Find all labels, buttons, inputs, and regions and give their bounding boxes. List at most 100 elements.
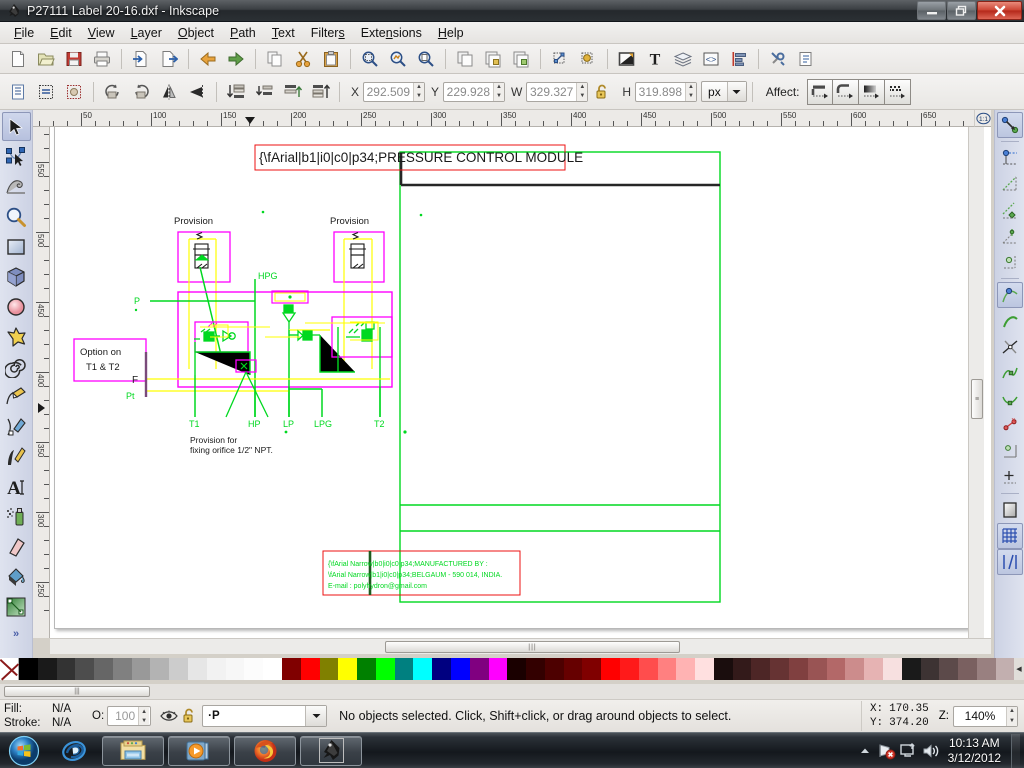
snap-bbox-edge-midpoints-button[interactable] <box>997 223 1023 249</box>
x-spinner[interactable]: ▲▼ <box>413 83 424 101</box>
palette-swatch[interactable] <box>357 658 376 680</box>
zoom-field[interactable]: ▲▼ <box>953 706 1018 727</box>
palette-swatch[interactable] <box>244 658 263 680</box>
palette-swatch[interactable] <box>601 658 620 680</box>
taskbar-windows-explorer[interactable] <box>102 736 164 766</box>
snap-page-border-button[interactable] <box>997 497 1023 523</box>
rectangle-tool[interactable] <box>2 232 31 261</box>
restore-button[interactable] <box>947 1 976 20</box>
color-palette[interactable]: ◀ <box>0 658 1024 680</box>
palette-swatch[interactable] <box>38 658 57 680</box>
units-select[interactable]: px <box>701 81 747 102</box>
eye-icon[interactable] <box>159 706 179 726</box>
xml-node-icon[interactable] <box>547 46 573 72</box>
ungroup-icon[interactable] <box>508 46 534 72</box>
import-icon[interactable] <box>128 46 154 72</box>
palette-swatch[interactable] <box>902 658 921 680</box>
ellipse-tool[interactable] <box>2 292 31 321</box>
zoom-control[interactable]: Z: ▲▼ <box>939 706 1018 727</box>
w-field[interactable]: ▲▼ <box>526 82 588 102</box>
snap-grids-button[interactable] <box>997 523 1023 549</box>
menu-path[interactable]: Path <box>222 24 264 42</box>
scale-rounded-corners-icon[interactable] <box>833 79 859 105</box>
palette-swatch[interactable] <box>413 658 432 680</box>
palette-swatch[interactable] <box>695 658 714 680</box>
palette-swatch[interactable] <box>921 658 940 680</box>
palette-swatch[interactable] <box>57 658 76 680</box>
palette-swatch[interactable] <box>958 658 977 680</box>
palette-swatch[interactable] <box>977 658 996 680</box>
palette-swatch[interactable] <box>282 658 301 680</box>
palette-swatch[interactable] <box>770 658 789 680</box>
node-tool[interactable] <box>2 142 31 171</box>
opacity-spinner[interactable]: ▲▼ <box>138 707 149 725</box>
y-spinner[interactable]: ▲▼ <box>493 83 504 101</box>
snap-paths-button[interactable] <box>997 308 1023 334</box>
preferences-icon[interactable] <box>765 46 791 72</box>
menu-help[interactable]: Help <box>430 24 472 42</box>
menu-file[interactable]: FFileile <box>6 24 42 42</box>
menu-edit[interactable]: Edit <box>42 24 80 42</box>
cut-icon[interactable] <box>290 46 316 72</box>
palette-swatch[interactable] <box>733 658 752 680</box>
taskbar-firefox[interactable] <box>234 736 296 766</box>
eraser-tool[interactable] <box>2 532 31 561</box>
horizontal-ruler[interactable]: 5010015020025030035040045050055060065070… <box>33 110 991 127</box>
raise-icon[interactable] <box>279 79 305 105</box>
palette-swatch[interactable] <box>451 658 470 680</box>
vertical-scrollbar[interactable]: ≡ <box>968 127 984 638</box>
deselect-icon[interactable] <box>61 79 87 105</box>
enable-snapping-button[interactable] <box>997 112 1023 138</box>
select-all-icon[interactable] <box>5 79 31 105</box>
snap-rotation-centers-button[interactable] <box>997 464 1023 490</box>
snap-bbox-centers-button[interactable] <box>997 249 1023 275</box>
palette-swatch[interactable] <box>432 658 451 680</box>
palette-swatch[interactable] <box>150 658 169 680</box>
menu-view[interactable]: View <box>80 24 123 42</box>
taskbar-clock[interactable]: 10:13 AM 3/12/2012 <box>942 736 1009 766</box>
star-tool[interactable] <box>2 322 31 351</box>
3dbox-tool[interactable] <box>2 262 31 291</box>
object-properties-icon[interactable] <box>575 46 601 72</box>
fill-stroke-indicator[interactable]: Fill: N/A Stroke: N/A <box>4 702 86 730</box>
open-document-icon[interactable] <box>33 46 59 72</box>
palette-scroll-track[interactable] <box>0 684 1024 699</box>
print-document-icon[interactable] <box>89 46 115 72</box>
palette-swatch[interactable] <box>263 658 282 680</box>
horizontal-scrollbar[interactable]: ||| <box>50 638 991 654</box>
w-spinner[interactable]: ▲▼ <box>576 83 587 101</box>
calligraphy-tool[interactable] <box>2 442 31 471</box>
palette-swatch[interactable] <box>676 658 695 680</box>
gradient-tool[interactable] <box>2 592 31 621</box>
palette-swatch[interactable] <box>545 658 564 680</box>
snap-bounding-boxes-button[interactable] <box>997 145 1023 171</box>
vertical-scroll-thumb[interactable]: ≡ <box>971 379 983 419</box>
selector-tool[interactable] <box>2 112 31 141</box>
palette-swatch[interactable] <box>883 658 902 680</box>
snap-object-centers-button[interactable] <box>997 438 1023 464</box>
palette-scroll-right-button[interactable]: ◀ <box>1014 658 1024 680</box>
zoom-selection-icon[interactable] <box>357 46 383 72</box>
select-all-layers-icon[interactable] <box>33 79 59 105</box>
h-field[interactable]: ▲▼ <box>635 82 697 102</box>
zoom-page-icon[interactable] <box>413 46 439 72</box>
group-icon[interactable] <box>480 46 506 72</box>
no-color-swatch[interactable] <box>0 658 19 680</box>
undo-icon[interactable] <box>195 46 221 72</box>
lock-open-icon[interactable] <box>591 81 613 103</box>
flip-vertical-icon[interactable] <box>184 79 210 105</box>
move-patterns-icon[interactable] <box>885 79 911 105</box>
menu-filters[interactable]: Filters <box>303 24 353 42</box>
lock-open-icon[interactable] <box>179 706 199 726</box>
palette-swatch[interactable] <box>582 658 601 680</box>
xml-editor-icon[interactable]: <> <box>698 46 724 72</box>
toolbox-overflow-button[interactable]: » <box>13 628 19 640</box>
palette-swatch[interactable] <box>94 658 113 680</box>
snap-line-midpoints-button[interactable]: x <box>997 412 1023 438</box>
palette-swatch[interactable] <box>827 658 846 680</box>
menu-object[interactable]: Object <box>170 24 222 42</box>
snap-path-intersections-button[interactable] <box>997 334 1023 360</box>
palette-swatch[interactable] <box>75 658 94 680</box>
paint-bucket-tool[interactable] <box>2 562 31 591</box>
layers-icon[interactable] <box>670 46 696 72</box>
